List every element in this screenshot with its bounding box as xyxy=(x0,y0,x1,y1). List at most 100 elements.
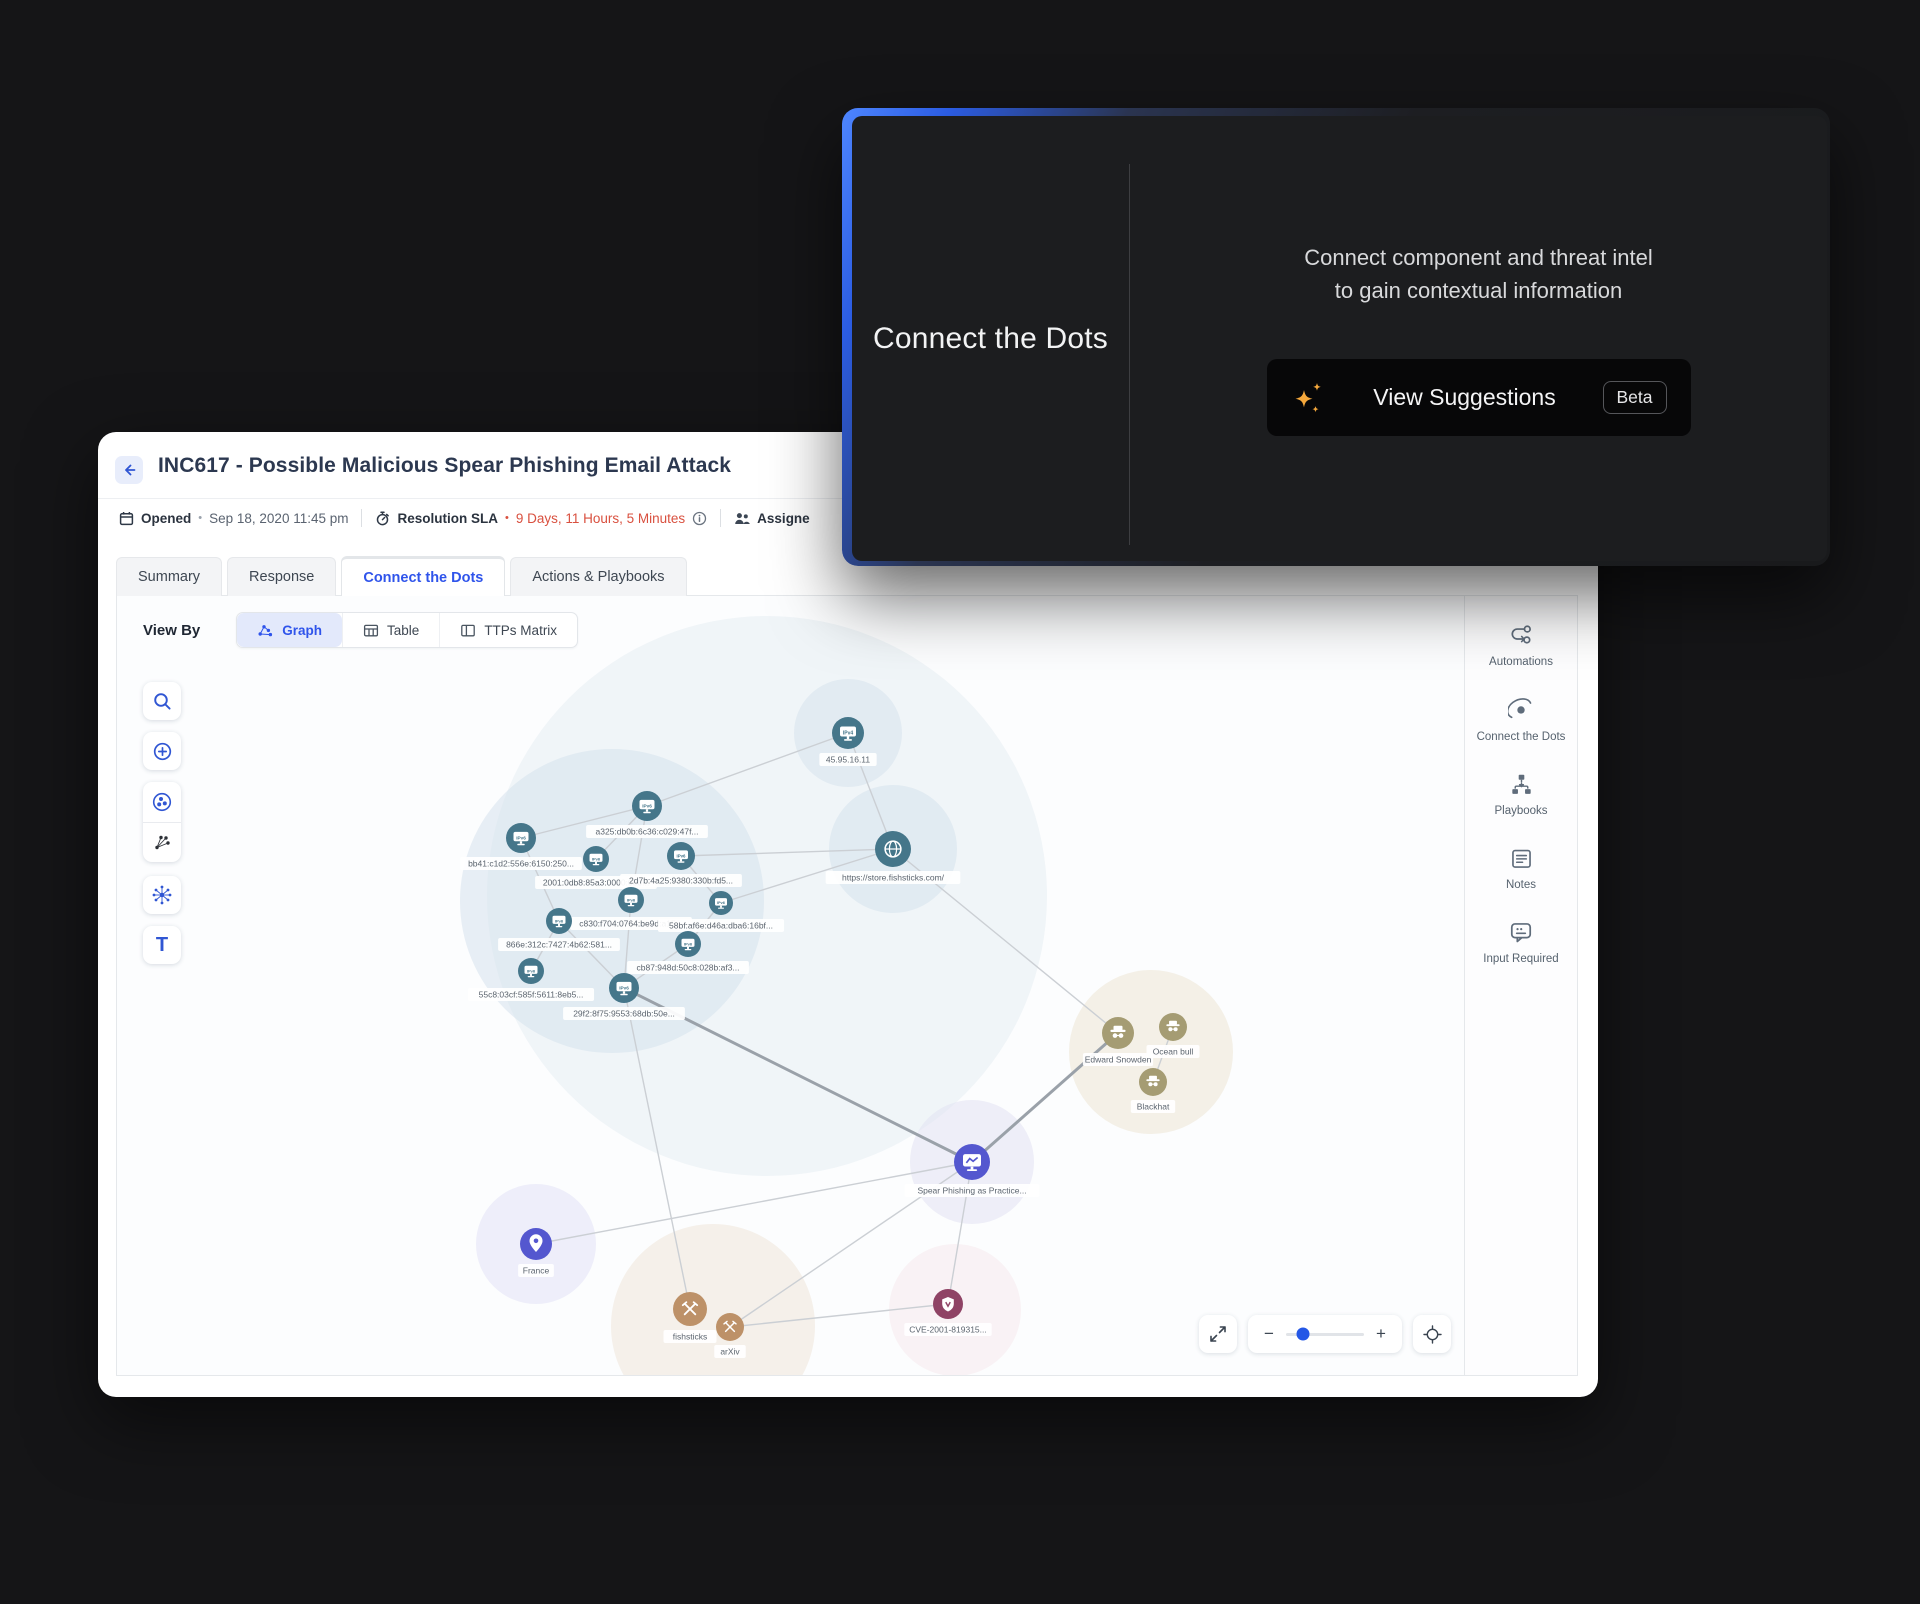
automations-icon xyxy=(1508,624,1534,648)
scatter-icon xyxy=(152,833,172,852)
node-label: 29f2:8f75:9553:68db:50e... xyxy=(573,1009,675,1019)
viewby-option-graph[interactable]: Graph xyxy=(237,613,342,647)
text-tool-icon: T xyxy=(156,934,168,957)
node-label: 45.95.16.11 xyxy=(826,755,871,765)
svg-text:IPv6: IPv6 xyxy=(527,968,536,973)
crosshair-icon xyxy=(1423,1325,1442,1344)
node-label: arXiv xyxy=(720,1347,740,1357)
node-label: Spear Phishing as Practice... xyxy=(917,1186,1026,1196)
sla-label: Resolution SLA xyxy=(397,511,498,526)
input-required-icon xyxy=(1508,920,1534,945)
svg-text:IPv6: IPv6 xyxy=(516,836,526,841)
tab-response[interactable]: Response xyxy=(227,557,336,596)
viewby-label: View By xyxy=(143,622,200,639)
tab-bar: Summary Response Connect the Dots Action… xyxy=(116,557,687,596)
opened-meta: Opened • Sep 18, 2020 11:45 pm xyxy=(119,511,348,526)
svg-text:IPv6: IPv6 xyxy=(555,918,564,923)
node-label: https://store.fishsticks.com/ xyxy=(842,873,945,883)
text-tool-button[interactable]: T xyxy=(143,926,181,964)
node-label: a325:db0b:6c36:c029:47f... xyxy=(595,827,698,837)
info-icon[interactable] xyxy=(692,511,707,526)
zoom-in-button[interactable] xyxy=(143,732,181,770)
svg-text:IPv6: IPv6 xyxy=(677,853,687,858)
notes-icon xyxy=(1509,847,1534,871)
graph-toolbar: T xyxy=(143,682,181,964)
assignee-label: Assigne xyxy=(757,511,810,526)
viewby-option-table[interactable]: Table xyxy=(342,613,439,647)
view-suggestions-button[interactable]: View Suggestions Beta xyxy=(1267,359,1691,436)
sidebar-item-input-required[interactable]: Input Required xyxy=(1471,920,1571,968)
fullscreen-button[interactable] xyxy=(1199,1315,1237,1353)
zoom-slider: − + xyxy=(1248,1315,1402,1353)
tab-actions-playbooks[interactable]: Actions & Playbooks xyxy=(510,557,686,596)
graph-view-icon xyxy=(257,623,274,638)
promo-description-line1: Connect component and threat intel xyxy=(1304,245,1653,270)
table-view-icon xyxy=(363,623,379,638)
scatter-layout-button[interactable] xyxy=(143,822,181,862)
viewby-matrix-label: TTPs Matrix xyxy=(484,623,557,638)
node-label: 2d7b:4a25:9380:330b:fd5... xyxy=(629,876,733,886)
node-label: CVE-2001-819315... xyxy=(909,1325,987,1335)
tab-summary[interactable]: Summary xyxy=(116,557,222,596)
meta-divider xyxy=(361,509,362,527)
node-label: 58bf:af6e:d46a:dba6:16bf... xyxy=(669,921,773,931)
cluster-layout-button[interactable] xyxy=(143,782,181,822)
people-icon xyxy=(734,511,750,526)
right-sidebar: Automations Connect the Dots xyxy=(1464,596,1577,1375)
svg-text:IPv6: IPv6 xyxy=(642,804,652,809)
sidebar-item-notes[interactable]: Notes xyxy=(1471,847,1571,894)
viewby-segmented-control: Graph Table TTPs Mat xyxy=(236,612,578,648)
svg-text:IPv6: IPv6 xyxy=(627,897,636,902)
graph-node-arxiv[interactable]: arXiv xyxy=(714,1313,746,1358)
playbooks-icon xyxy=(1509,772,1534,797)
zoom-controls: − + xyxy=(1199,1315,1451,1353)
sidebar-item-playbooks[interactable]: Playbooks xyxy=(1471,772,1571,820)
viewby-option-ttps-matrix[interactable]: TTPs Matrix xyxy=(439,613,577,647)
zoom-out-button[interactable]: − xyxy=(1262,1324,1276,1344)
cluster-circle xyxy=(611,1224,815,1375)
node-label: France xyxy=(523,1266,550,1276)
network-burst-icon xyxy=(150,883,174,907)
promo-right-section: Connect component and threat intel to ga… xyxy=(1130,116,1827,561)
opened-label: Opened xyxy=(141,511,191,526)
tab-connect-the-dots[interactable]: Connect the Dots xyxy=(341,556,505,596)
zoom-slider-track[interactable] xyxy=(1286,1333,1364,1336)
network-layout-button[interactable] xyxy=(143,876,181,914)
view-suggestions-label: View Suggestions xyxy=(1343,384,1587,411)
viewby-table-label: Table xyxy=(387,623,419,638)
plus-circle-icon xyxy=(152,741,173,762)
sparkles-icon xyxy=(1291,378,1327,418)
meta-bullet: • xyxy=(198,512,202,524)
calendar-icon xyxy=(119,511,134,526)
sidebar-item-connect-the-dots[interactable]: Connect the Dots xyxy=(1471,698,1571,746)
cluster-icon xyxy=(151,791,173,813)
back-button[interactable] xyxy=(115,456,143,484)
graph-node-france[interactable]: France xyxy=(518,1228,554,1277)
sla-meta: Resolution SLA • 9 Days, 11 Hours, 5 Min… xyxy=(375,511,707,526)
zoom-slider-knob[interactable] xyxy=(1297,1328,1310,1341)
viewby-graph-label: Graph xyxy=(282,623,322,638)
sidebar-item-label: Automations xyxy=(1489,655,1553,671)
node-label: Ocean bull xyxy=(1153,1047,1194,1057)
search-button[interactable] xyxy=(143,682,181,720)
sidebar-item-label: Playbooks xyxy=(1494,804,1547,820)
opened-value: Sep 18, 2020 11:45 pm xyxy=(209,511,348,526)
node-label: 866e:312c:7427:4b62:581... xyxy=(506,940,612,950)
matrix-view-icon xyxy=(460,623,476,638)
connect-dots-icon xyxy=(1508,698,1534,723)
node-label: Blackhat xyxy=(1137,1102,1170,1112)
promo-title: Connect the Dots xyxy=(873,322,1108,356)
recenter-button[interactable] xyxy=(1413,1315,1451,1353)
sla-value: 9 Days, 11 Hours, 5 Minutes xyxy=(516,511,685,526)
incident-meta-row: Opened • Sep 18, 2020 11:45 pm Resolutio… xyxy=(119,509,810,527)
sidebar-item-automations[interactable]: Automations xyxy=(1471,624,1571,671)
beta-badge: Beta xyxy=(1603,381,1667,414)
incident-window: INC617 - Possible Malicious Spear Phishi… xyxy=(98,432,1598,1397)
back-arrow-icon xyxy=(121,462,137,478)
node-label: Edward Snowden xyxy=(1085,1055,1152,1065)
svg-text:IPv6: IPv6 xyxy=(619,986,629,991)
assignee-meta: Assigne xyxy=(734,511,810,526)
node-label: cb87:948d:50c8:028b:af3... xyxy=(636,963,739,973)
sidebar-item-label: Input Required xyxy=(1483,952,1558,968)
zoom-in-slider-button[interactable]: + xyxy=(1374,1324,1388,1344)
